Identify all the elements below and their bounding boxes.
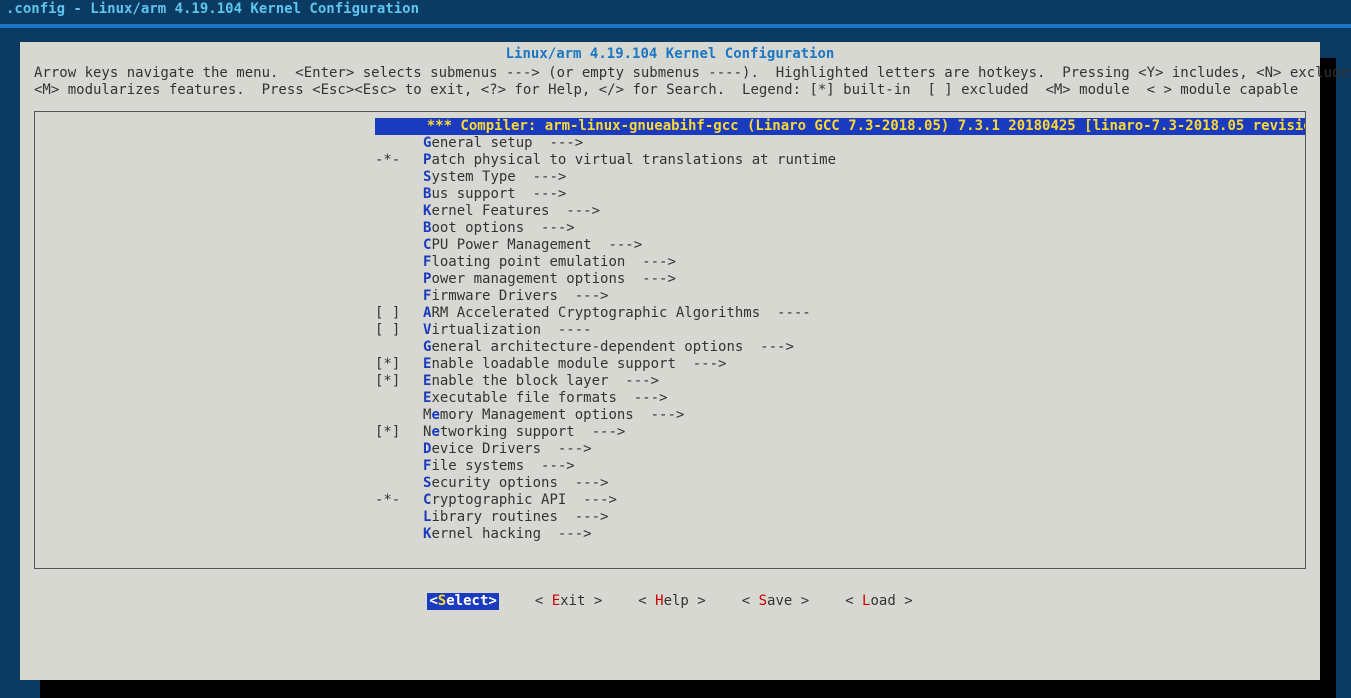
button-save[interactable]: < Save > (742, 593, 809, 610)
menu-item-4[interactable]: Bus support ---> (35, 186, 1305, 203)
menu-item-label: ecurity options ---> (431, 475, 608, 491)
menu-item-label: nable loadable module support ---> (431, 356, 726, 372)
menu-item-label: PU Power Management ---> (431, 237, 642, 253)
menu-list[interactable]: *** Compiler: arm-linux-gnueabihf-gcc (L… (34, 111, 1306, 569)
menu-item-label: xecutable file formats ---> (431, 390, 667, 406)
menu-item-label: eneral architecture-dependent options --… (431, 339, 793, 355)
menu-item-state (375, 135, 423, 152)
menu-item-label: nable the block layer ---> (431, 373, 659, 389)
cursor (375, 118, 393, 135)
button-exit[interactable]: < Exit > (535, 593, 602, 610)
menu-item-22[interactable]: -*- Cryptographic API ---> (35, 492, 1305, 509)
button-bar: <Select> < Exit > < Help > < Save > < Load > (34, 593, 1306, 610)
hotkey: e (431, 407, 439, 423)
menu-item-state (375, 390, 423, 407)
help-text: Arrow keys navigate the menu. <Enter> se… (34, 65, 1306, 99)
hotkey: H (655, 593, 663, 609)
menu-item-18[interactable]: [*] Networking support ---> (35, 424, 1305, 441)
menu-item-13[interactable]: General architecture-dependent options -… (35, 339, 1305, 356)
menu-item-label: ernel Features ---> (431, 203, 600, 219)
hotkey: S (438, 593, 446, 609)
menu-item-8[interactable]: Floating point emulation ---> (35, 254, 1305, 271)
menu-item-16[interactable]: Executable file formats ---> (35, 390, 1305, 407)
menu-item-state (375, 509, 423, 526)
window-title: .config - Linux/arm 4.19.104 Kernel Conf… (6, 1, 419, 17)
menu-item-label: ernel hacking ---> (431, 526, 591, 542)
menuconfig-window: Linux/arm 4.19.104 Kernel Configuration … (20, 42, 1320, 680)
hotkey: S (759, 593, 767, 609)
menu-item-17[interactable]: Memory Management options ---> (35, 407, 1305, 424)
menu-item-2[interactable]: -*- Patch physical to virtual translatio… (35, 152, 1305, 169)
menu-item-state (375, 407, 423, 424)
menu-item-label: evice Drivers ---> (431, 441, 591, 457)
menu-item-14[interactable]: [*] Enable loadable module support ---> (35, 356, 1305, 373)
menu-item-6[interactable]: Boot options ---> (35, 220, 1305, 237)
menu-item-state: [*] (375, 373, 423, 390)
menu-item-state (375, 271, 423, 288)
menu-item-state (375, 458, 423, 475)
hotkey: e (431, 424, 439, 440)
menu-item-label: atch physical to virtual translations at… (431, 152, 836, 168)
menu-item-7[interactable]: CPU Power Management ---> (35, 237, 1305, 254)
menu-item-11[interactable]: [ ] ARM Accelerated Cryptographic Algori… (35, 305, 1305, 322)
menu-item-state (375, 237, 423, 254)
menu-item-9[interactable]: Power management options ---> (35, 271, 1305, 288)
menu-item-label: ryptographic API ---> (431, 492, 616, 508)
menu-item-label: ibrary routines ---> (431, 509, 608, 525)
menu-item-label: irmware Drivers ---> (431, 288, 608, 304)
menu-item-state (375, 203, 423, 220)
menu-item-label: loating point emulation ---> (431, 254, 675, 270)
menu-item-label: mory Management options ---> (440, 407, 684, 423)
window-titlebar: .config - Linux/arm 4.19.104 Kernel Conf… (0, 0, 1351, 28)
menu-item-state (375, 288, 423, 305)
menu-item-label: oot options ---> (431, 220, 574, 236)
menu-item-label: RM Accelerated Cryptographic Algorithms … (431, 305, 810, 321)
menu-item-20[interactable]: File systems ---> (35, 458, 1305, 475)
menu-item-state (375, 186, 423, 203)
menu-item-21[interactable]: Security options ---> (35, 475, 1305, 492)
menu-item-state (375, 169, 423, 186)
menu-item-12[interactable]: [ ] Virtualization ---- (35, 322, 1305, 339)
menu-item-5[interactable]: Kernel Features ---> (35, 203, 1305, 220)
menu-item-label: eneral setup ---> (431, 135, 583, 151)
button-help[interactable]: < Help > (638, 593, 705, 610)
menu-item-state: -*- (375, 492, 423, 509)
button-load[interactable]: < Load > (845, 593, 912, 610)
menu-item-label: ile systems ---> (431, 458, 574, 474)
menu-item-1[interactable]: General setup ---> (35, 135, 1305, 152)
menu-item-label: *** Compiler: arm-linux-gnueabihf-gcc (L… (393, 118, 1305, 135)
menu-item-24[interactable]: Kernel hacking ---> (35, 526, 1305, 543)
menu-item-state: -*- (375, 152, 423, 169)
menu-item-label: ower management options ---> (431, 271, 675, 287)
menu-item-state (375, 475, 423, 492)
menu-item-state (375, 254, 423, 271)
menu-item-0[interactable]: *** Compiler: arm-linux-gnueabihf-gcc (L… (35, 118, 1305, 135)
menu-item-state (375, 441, 423, 458)
menu-item-state: [ ] (375, 305, 423, 322)
menu-item-15[interactable]: [*] Enable the block layer ---> (35, 373, 1305, 390)
menu-item-label: tworking support ---> (440, 424, 625, 440)
menu-item-state (375, 526, 423, 543)
menu-item-state (375, 339, 423, 356)
button-select[interactable]: <Select> (427, 593, 498, 610)
menu-item-10[interactable]: Firmware Drivers ---> (35, 288, 1305, 305)
menu-item-state: [*] (375, 356, 423, 373)
menu-item-state: [ ] (375, 322, 423, 339)
menu-item-label: us support ---> (431, 186, 566, 202)
menu-item-3[interactable]: System Type ---> (35, 169, 1305, 186)
box-title: Linux/arm 4.19.104 Kernel Configuration (34, 46, 1306, 63)
menu-item-19[interactable]: Device Drivers ---> (35, 441, 1305, 458)
menu-item-23[interactable]: Library routines ---> (35, 509, 1305, 526)
menu-item-state (375, 220, 423, 237)
menu-item-state: [*] (375, 424, 423, 441)
menu-item-label: irtualization ---- (431, 322, 591, 338)
hotkey: E (552, 593, 560, 609)
menu-item-label: ystem Type ---> (431, 169, 566, 185)
